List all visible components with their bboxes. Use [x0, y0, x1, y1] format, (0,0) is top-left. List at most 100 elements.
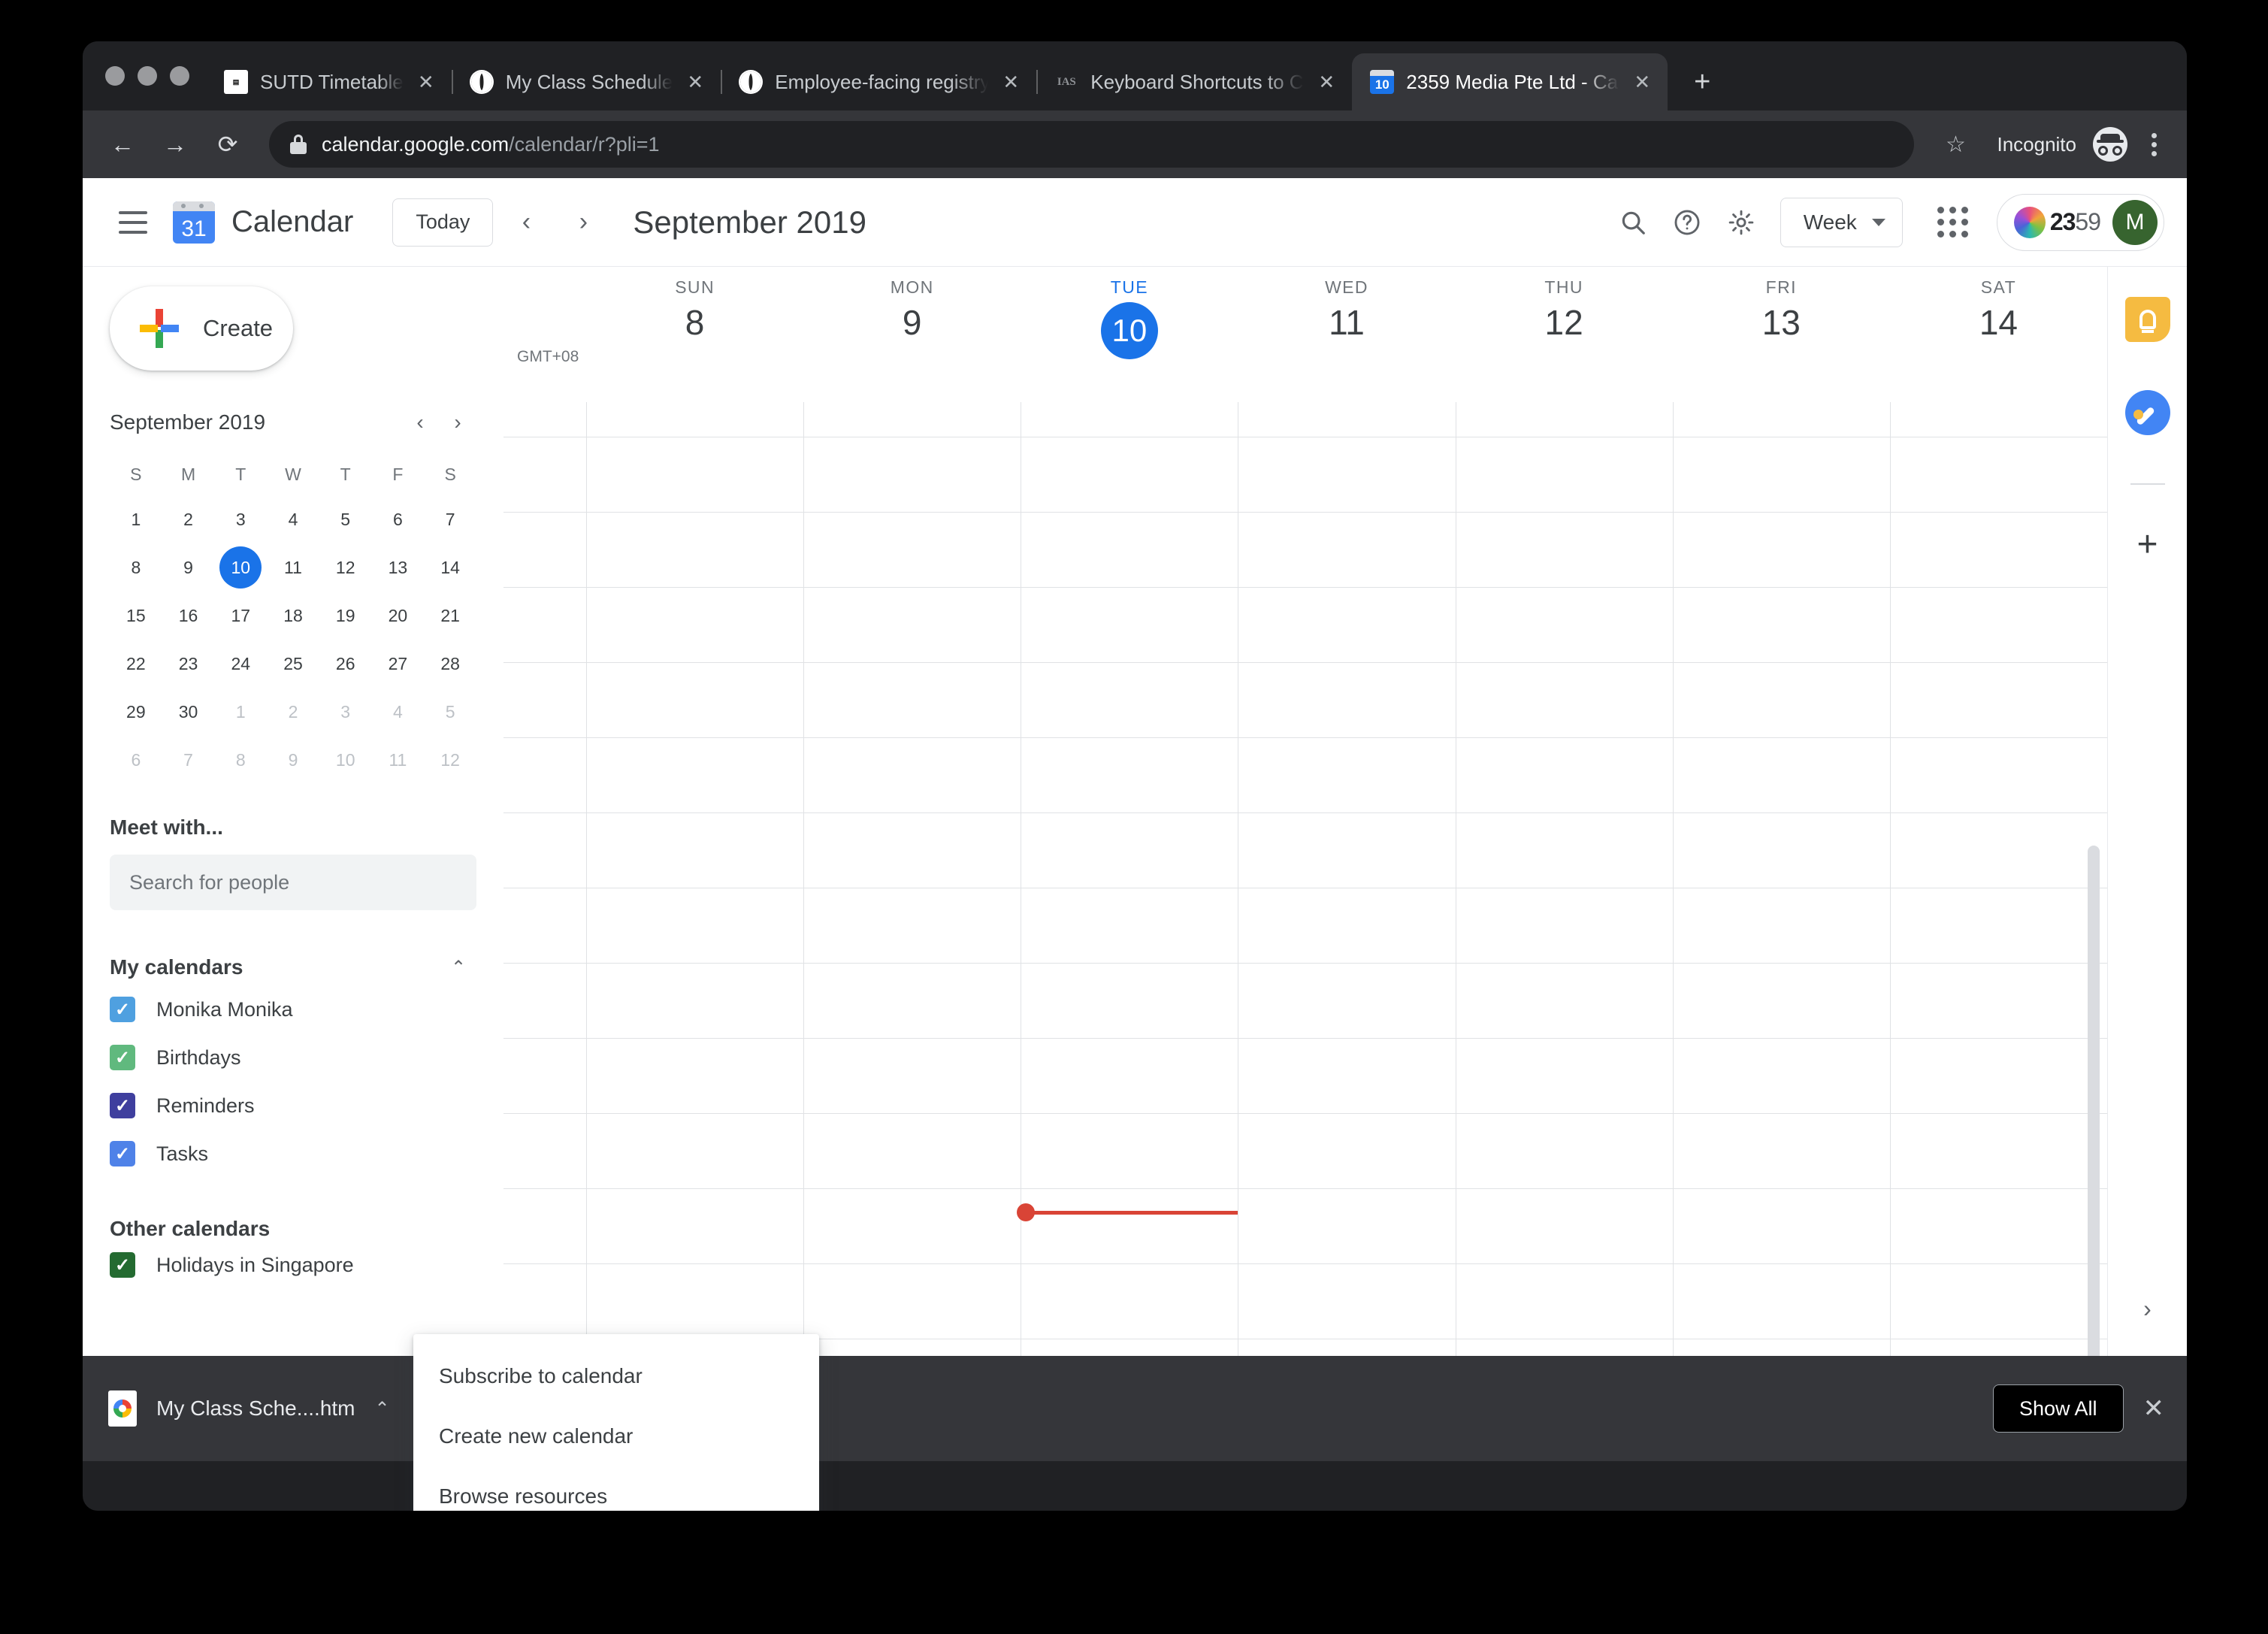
calendar-checkbox[interactable]: ✓ — [110, 1093, 135, 1118]
day-header[interactable]: FRI 13 — [1673, 267, 1890, 372]
mini-calendar-day[interactable]: 29 — [110, 691, 162, 733]
maximize-window-button[interactable] — [170, 66, 189, 86]
mini-calendar-day[interactable]: 11 — [267, 546, 319, 589]
browser-menu-button[interactable] — [2133, 132, 2170, 156]
mini-calendar-day[interactable]: 20 — [372, 595, 425, 637]
mini-calendar-day[interactable]: 10 — [214, 546, 267, 589]
mini-calendar-day[interactable]: 4 — [372, 691, 425, 733]
gear-icon[interactable] — [1714, 195, 1768, 250]
expand-panel-button[interactable]: › — [2143, 1295, 2152, 1323]
create-button[interactable]: Create — [110, 286, 293, 371]
mini-calendar-day[interactable]: 15 — [110, 595, 162, 637]
mini-calendar-day[interactable]: 8 — [214, 739, 267, 781]
forward-button[interactable]: → — [152, 121, 198, 168]
day-header[interactable]: WED 11 — [1238, 267, 1455, 372]
mini-calendar-day[interactable]: 19 — [319, 595, 372, 637]
bookmark-star-icon[interactable]: ☆ — [1932, 121, 1979, 168]
day-number[interactable]: 12 — [1545, 302, 1583, 343]
calendar-list-item[interactable]: ✓ Tasks — [83, 1130, 503, 1178]
mini-calendar-day[interactable]: 11 — [372, 739, 425, 781]
mini-calendar-day[interactable]: 14 — [424, 546, 476, 589]
mini-calendar-day[interactable]: 5 — [424, 691, 476, 733]
back-button[interactable]: ← — [99, 121, 146, 168]
mini-calendar-day[interactable]: 1 — [110, 498, 162, 540]
mini-calendar-day[interactable]: 22 — [110, 643, 162, 685]
mini-calendar-day[interactable]: 5 — [319, 498, 372, 540]
day-number[interactable]: 13 — [1762, 302, 1801, 343]
download-menu-button[interactable]: ⌃ — [375, 1398, 390, 1420]
account-box[interactable]: 2359 M — [1996, 193, 2164, 251]
mini-calendar-day[interactable]: 9 — [162, 546, 215, 589]
show-all-downloads-button[interactable]: Show All — [1992, 1384, 2124, 1433]
mini-calendar-day[interactable]: 25 — [267, 643, 319, 685]
calendar-list-item[interactable]: ✓ Monika Monika — [83, 985, 503, 1033]
day-number[interactable]: 9 — [903, 302, 922, 343]
close-download-bar-button[interactable]: ✕ — [2143, 1393, 2165, 1424]
tab-2359-media-calendar[interactable]: 10 2359 Media Pte Ltd - Calendar ✕ — [1352, 53, 1668, 110]
keep-icon[interactable] — [2124, 297, 2170, 342]
other-calendars-header[interactable]: Other calendars — [110, 1217, 476, 1241]
mini-calendar-day[interactable]: 9 — [267, 739, 319, 781]
grid-scroll-region[interactable]: 10 AM11 AM12 PM1 PM2 PM3 PM4 PM5 PM6 PM — [503, 402, 2107, 1356]
calendar-list-item[interactable]: ✓ Reminders — [83, 1082, 503, 1130]
mini-calendar-next-button[interactable]: › — [439, 404, 476, 441]
my-calendars-header[interactable]: My calendars ⌃ — [110, 949, 476, 985]
main-menu-icon[interactable] — [108, 198, 158, 247]
mini-calendar-day[interactable]: 3 — [214, 498, 267, 540]
minimize-window-button[interactable] — [138, 66, 157, 86]
download-item[interactable]: My Class Sche....htm ⌃ — [108, 1390, 420, 1427]
view-selector[interactable]: Week — [1780, 197, 1903, 247]
chevron-up-icon[interactable]: ⌃ — [440, 949, 476, 985]
day-header[interactable]: SUN 8 — [586, 267, 803, 372]
mini-calendar-day[interactable]: 4 — [267, 498, 319, 540]
mini-calendar-day[interactable]: 6 — [110, 739, 162, 781]
calendar-checkbox[interactable]: ✓ — [110, 1045, 135, 1070]
day-number-today[interactable]: 10 — [1100, 302, 1158, 359]
search-icon[interactable] — [1606, 195, 1660, 250]
mini-calendar-day[interactable]: 26 — [319, 643, 372, 685]
mini-calendar-day[interactable]: 10 — [319, 739, 372, 781]
avatar[interactable]: M — [2112, 199, 2158, 245]
search-people-input[interactable]: Search for people — [110, 855, 476, 910]
day-number[interactable]: 14 — [1979, 302, 2018, 343]
mini-calendar-day[interactable]: 2 — [267, 691, 319, 733]
close-tab-button[interactable]: ✕ — [996, 67, 1026, 97]
mini-calendar-day[interactable]: 8 — [110, 546, 162, 589]
tasks-icon[interactable] — [2124, 390, 2170, 435]
mini-calendar-prev-button[interactable]: ‹ — [401, 404, 439, 441]
incognito-icon[interactable] — [2093, 127, 2127, 162]
mini-calendar-day[interactable]: 24 — [214, 643, 267, 685]
mini-calendar-day[interactable]: 30 — [162, 691, 215, 733]
mini-calendar-selected-day[interactable]: 10 — [219, 546, 262, 589]
mini-calendar-day[interactable]: 2 — [162, 498, 215, 540]
vertical-scrollbar[interactable] — [2088, 846, 2100, 1356]
calendar-checkbox[interactable]: ✓ — [110, 1141, 135, 1166]
day-number[interactable]: 8 — [685, 302, 705, 343]
tab-keyboard-shortcuts[interactable]: IAS Keyboard Shortcuts to Capture ✕ — [1036, 53, 1352, 110]
close-tab-button[interactable]: ✕ — [411, 67, 441, 97]
reload-button[interactable]: ⟳ — [204, 121, 251, 168]
day-header[interactable]: MON 9 — [803, 267, 1021, 372]
mini-calendar-day[interactable]: 12 — [424, 739, 476, 781]
address-bar[interactable]: calendar.google.com/calendar/r?pli=1 — [269, 121, 1915, 168]
calendar-checkbox[interactable]: ✓ — [110, 1252, 135, 1278]
menu-item[interactable]: Create new calendar — [413, 1406, 819, 1466]
mini-calendar-day[interactable]: 1 — [214, 691, 267, 733]
tab-employee-facing-registry[interactable]: Employee-facing registry conte ✕ — [721, 53, 1036, 110]
mini-calendar-day[interactable]: 7 — [424, 498, 476, 540]
mini-calendar-day[interactable]: 18 — [267, 595, 319, 637]
previous-period-button[interactable]: ‹ — [502, 198, 550, 247]
today-button[interactable]: Today — [392, 198, 494, 247]
mini-calendar-day[interactable]: 7 — [162, 739, 215, 781]
menu-item[interactable]: Browse resources — [413, 1466, 819, 1511]
tab-my-class-schedule[interactable]: My Class Schedule ✕ — [451, 53, 721, 110]
mini-calendar-day[interactable]: 3 — [319, 691, 372, 733]
close-window-button[interactable] — [105, 66, 125, 86]
mini-calendar-day[interactable]: 13 — [372, 546, 425, 589]
day-header[interactable]: THU 12 — [1456, 267, 1673, 372]
calendar-list-item[interactable]: ✓ Holidays in Singapore — [83, 1241, 503, 1289]
tab-sutd-timetable[interactable]: ▤ SUTD Timetable ✕ — [206, 53, 452, 110]
next-period-button[interactable]: › — [559, 198, 607, 247]
mini-calendar-day[interactable]: 12 — [319, 546, 372, 589]
calendar-list-item[interactable]: ✓ Birthdays — [83, 1033, 503, 1082]
